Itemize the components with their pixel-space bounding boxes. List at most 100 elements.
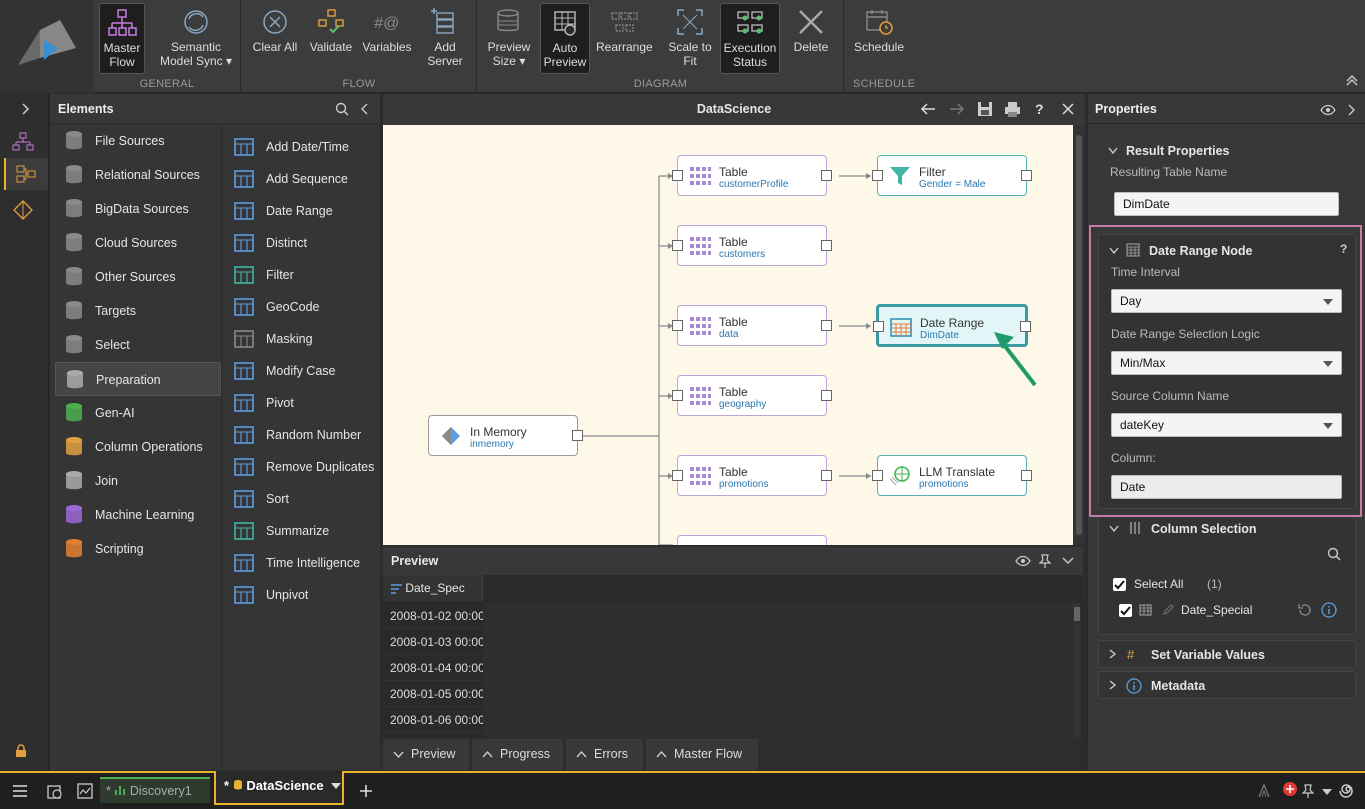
add-server-button[interactable]: Add Server (420, 3, 470, 74)
category-relational-sources[interactable]: Relational Sources (55, 158, 221, 192)
element-geocode[interactable]: GeoCode (227, 291, 377, 323)
back-arrow-icon[interactable] (920, 102, 936, 116)
output-port[interactable] (572, 430, 583, 441)
chevron-down-icon[interactable] (1109, 525, 1119, 533)
eye-icon[interactable] (1320, 104, 1336, 116)
column-name-input[interactable]: Date (1111, 475, 1342, 499)
category-join[interactable]: Join (55, 464, 221, 498)
input-port[interactable] (872, 470, 883, 481)
info-icon[interactable] (1321, 602, 1337, 618)
add-tab-icon[interactable] (359, 784, 373, 798)
element-summarize[interactable]: Summarize (227, 515, 377, 547)
canvas-scrollbar[interactable] (1073, 125, 1085, 545)
node-table-customers[interactable]: Table customers (672, 225, 832, 266)
tab-preview[interactable]: Preview (383, 739, 469, 770)
preview-row[interactable]: 2008-01-04 00:00 (383, 655, 483, 681)
output-port[interactable] (1021, 470, 1032, 481)
category-targets[interactable]: Targets (55, 294, 221, 328)
auto-preview-button[interactable]: Auto Preview (540, 3, 590, 74)
output-port[interactable] (821, 170, 832, 181)
element-add-date-time[interactable]: Add Date/Time (227, 131, 377, 163)
element-filter[interactable]: Filter (227, 259, 377, 291)
table-node-partial[interactable] (677, 535, 827, 545)
element-sort[interactable]: Sort (227, 483, 377, 515)
element-add-sequence[interactable]: Add Sequence (227, 163, 377, 195)
element-unpivot[interactable]: Unpivot (227, 579, 377, 611)
delete-button[interactable]: Delete (786, 3, 836, 74)
node-in-memory[interactable]: In Memory inmemory (428, 415, 583, 456)
diamond-icon[interactable] (12, 200, 34, 220)
forward-arrow-icon[interactable] (949, 102, 965, 116)
tab-master-flow[interactable]: Master Flow (646, 739, 758, 770)
input-port[interactable] (672, 240, 683, 251)
execution-status-button[interactable]: Execution Status (720, 3, 780, 74)
preview-row[interactable]: 2008-01-02 00:00 (383, 603, 483, 629)
validate-button[interactable]: Validate (306, 3, 356, 74)
result-table-name-input[interactable]: DimDate (1114, 192, 1339, 216)
node-table-geography[interactable]: Table geography (672, 375, 832, 416)
category-bigdata-sources[interactable]: BigData Sources (55, 192, 221, 226)
folder-icon[interactable] (46, 782, 64, 800)
help-icon[interactable]: ? (1340, 242, 1347, 256)
preview-size-button[interactable]: Preview Size ▾ (484, 3, 534, 74)
input-port[interactable] (873, 321, 884, 332)
node-table-promotions[interactable]: Table promotions (672, 455, 832, 496)
chevron-down-icon[interactable] (1108, 147, 1118, 155)
time-interval-select[interactable]: Day (1111, 289, 1342, 313)
preview-column-header[interactable]: Date_Spec (383, 575, 483, 601)
stripes-icon[interactable] (1256, 783, 1272, 799)
expand-chevron-icon[interactable] (18, 102, 32, 116)
column-checkbox[interactable] (1119, 604, 1132, 617)
category-scripting[interactable]: Scripting (55, 532, 221, 566)
category-select[interactable]: Select (55, 328, 221, 362)
category-machine-learning[interactable]: Machine Learning (55, 498, 221, 532)
element-pivot[interactable]: Pivot (227, 387, 377, 419)
chevron-down-icon[interactable] (1322, 788, 1332, 796)
element-masking[interactable]: Masking (227, 323, 377, 355)
tab-errors[interactable]: Errors (566, 739, 643, 770)
clear-all-button[interactable]: Clear All (250, 3, 300, 74)
node-table-customerprofile[interactable]: Table customerProfile (672, 155, 832, 196)
node-filter[interactable]: Filter Gender = Male (872, 155, 1032, 196)
semantic-model-sync-button[interactable]: Semantic Model Sync ▾ (158, 3, 234, 74)
element-remove-duplicates[interactable]: Remove Duplicates (227, 451, 377, 483)
source-column-select[interactable]: dateKey (1111, 413, 1342, 437)
collapse-ribbon-icon[interactable] (1345, 73, 1359, 87)
date-range-logic-select[interactable]: Min/Max (1111, 351, 1342, 375)
flow-tree-icon[interactable] (12, 132, 34, 152)
output-port[interactable] (1021, 170, 1032, 181)
category-preparation[interactable]: Preparation (55, 362, 221, 396)
element-random-number[interactable]: Random Number (227, 419, 377, 451)
master-flow-button[interactable]: Master Flow (99, 3, 145, 74)
input-port[interactable] (672, 390, 683, 401)
lock-icon[interactable] (14, 744, 28, 758)
search-icon[interactable] (335, 102, 349, 116)
print-icon[interactable] (1004, 101, 1021, 117)
edit-icon[interactable] (1162, 604, 1174, 616)
node-table-data[interactable]: Table data (672, 305, 832, 346)
category-column-operations[interactable]: Column Operations (55, 430, 221, 464)
element-modify-case[interactable]: Modify Case (227, 355, 377, 387)
input-port[interactable] (672, 170, 683, 181)
reset-icon[interactable] (1297, 602, 1313, 618)
category-other-sources[interactable]: Other Sources (55, 260, 221, 294)
save-icon[interactable] (977, 101, 993, 117)
pin-icon[interactable] (1039, 554, 1051, 568)
chevron-down-icon[interactable] (1109, 247, 1119, 255)
schedule-button[interactable]: Schedule (853, 3, 905, 74)
output-port[interactable] (821, 320, 832, 331)
select-all-checkbox[interactable] (1113, 578, 1126, 591)
preview-scrollbar[interactable] (1073, 603, 1081, 737)
dashboard-icon[interactable] (76, 782, 94, 800)
category-file-sources[interactable]: File Sources (55, 124, 221, 158)
collapse-chevron-icon[interactable] (1346, 103, 1358, 117)
notification-icon[interactable] (1282, 781, 1298, 797)
element-date-range[interactable]: Date Range (227, 195, 377, 227)
chevron-down-icon[interactable] (1062, 556, 1074, 566)
input-port[interactable] (672, 320, 683, 331)
output-port[interactable] (821, 390, 832, 401)
element-distinct[interactable]: Distinct (227, 227, 377, 259)
help-icon[interactable]: ? (1033, 101, 1047, 117)
menu-icon[interactable] (12, 784, 28, 798)
variables-button[interactable]: #@ Variables (360, 3, 414, 74)
